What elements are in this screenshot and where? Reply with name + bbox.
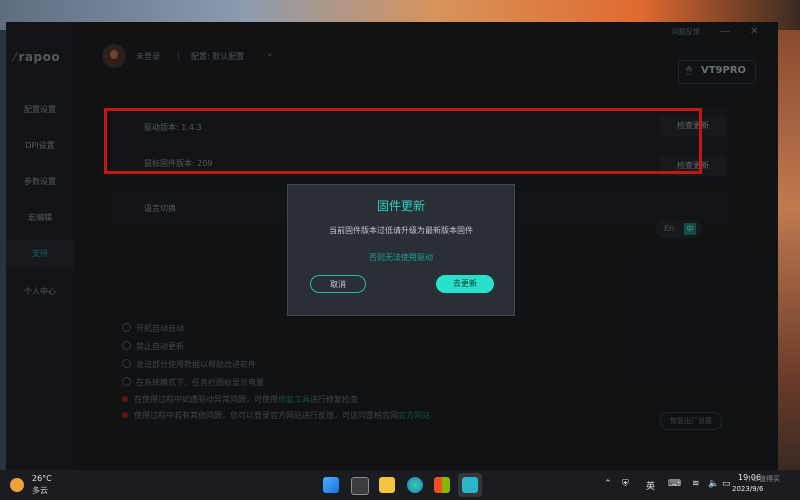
- keyboard-icon[interactable]: ⌨: [668, 479, 681, 489]
- taskbar: 26°C 多云 ⌃ ⛨ 英 ⌨ ≋ 🔈 ▭ 19:06 2023/9/6: [0, 470, 800, 500]
- weather-temp[interactable]: 26°C: [32, 474, 52, 483]
- shield-icon[interactable]: ⛨: [622, 479, 629, 489]
- chevron-up-icon[interactable]: ⌃: [604, 479, 612, 489]
- firmware-update-dialog: 固件更新 当前固件版本过低请升级为最新版本固件 否则无法使用驱动 取消 去更新: [287, 184, 515, 316]
- dialog-message: 当前固件版本过低请升级为最新版本固件: [329, 226, 473, 235]
- task-view-icon[interactable]: [351, 477, 369, 495]
- battery-icon[interactable]: ▭: [722, 479, 731, 489]
- wifi-icon[interactable]: ≋: [692, 479, 700, 489]
- store-icon[interactable]: [434, 477, 450, 493]
- update-button[interactable]: 去更新: [436, 275, 494, 293]
- highlight-annotation: [104, 108, 702, 174]
- file-explorer-icon[interactable]: [379, 477, 395, 493]
- weather-desc[interactable]: 多云: [32, 485, 48, 496]
- cancel-button[interactable]: 取消: [310, 275, 366, 293]
- start-icon[interactable]: [323, 477, 339, 493]
- rapoo-app-icon[interactable]: [462, 477, 478, 493]
- watermark: 什么值得买: [745, 475, 780, 483]
- dialog-subtext: 否则无法使用驱动: [369, 253, 433, 262]
- dialog-title: 固件更新: [376, 199, 425, 213]
- edge-icon[interactable]: [407, 477, 423, 493]
- wallpaper-right: [778, 30, 800, 470]
- weather-icon[interactable]: [10, 478, 24, 492]
- ime-indicator[interactable]: 英: [646, 479, 655, 492]
- volume-icon[interactable]: 🔈: [708, 479, 719, 489]
- clock-date[interactable]: 2023/9/6: [732, 485, 763, 493]
